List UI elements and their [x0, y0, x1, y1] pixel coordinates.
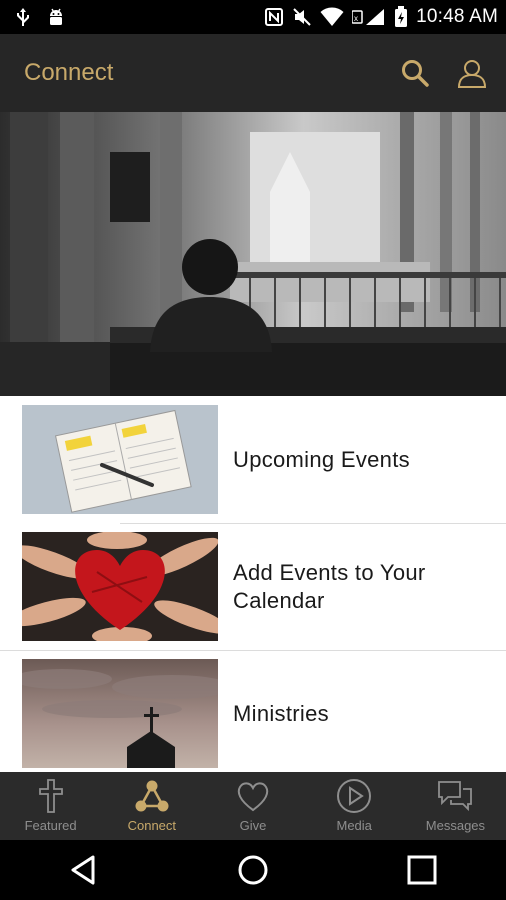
page-title: Connect	[24, 59, 114, 86]
tab-label: Featured	[24, 818, 77, 833]
hands-heart-image	[22, 532, 218, 641]
mute-icon	[293, 8, 311, 26]
list-item-ministries[interactable]: Ministries	[0, 650, 506, 772]
nfc-icon	[265, 8, 284, 26]
church-steeple-image	[22, 659, 218, 768]
app-bar: Connect	[0, 34, 506, 112]
connect-list: Upcoming Events Add Events to Your Calen…	[0, 396, 506, 772]
chat-bubbles-icon	[438, 781, 473, 812]
tab-label: Give	[239, 818, 267, 833]
usb-icon	[17, 8, 29, 26]
home-icon[interactable]	[236, 853, 270, 887]
bottom-tab-bar: Featured Connect Give Media Messages	[0, 772, 506, 840]
wifi-icon	[320, 7, 344, 26]
search-icon[interactable]	[400, 58, 430, 88]
tab-messages[interactable]: Messages	[405, 772, 506, 840]
android-icon	[50, 8, 62, 25]
list-item-label: Ministries	[233, 700, 329, 726]
tab-label: Connect	[127, 818, 177, 833]
status-time: 10:48 AM	[416, 6, 498, 27]
tab-media[interactable]: Media	[304, 772, 405, 840]
tab-connect[interactable]: Connect	[101, 772, 202, 840]
connect-nodes-icon	[135, 780, 169, 812]
list-item-label: Add Events to Your Calendar	[233, 559, 426, 613]
svg-text:x: x	[354, 14, 358, 23]
tab-give[interactable]: Give	[202, 772, 303, 840]
list-item-label: Upcoming Events	[233, 446, 410, 472]
calendar-notebook-image	[22, 405, 218, 514]
recent-apps-icon[interactable]	[405, 853, 439, 887]
signal-icon: x	[352, 9, 385, 25]
tab-label: Messages	[425, 818, 486, 833]
list-item-upcoming-events[interactable]: Upcoming Events	[0, 396, 506, 523]
play-icon	[337, 779, 372, 813]
back-icon[interactable]	[67, 853, 101, 887]
system-nav-bar	[0, 840, 506, 900]
tab-label: Media	[336, 818, 372, 833]
status-bar: x 10:48 AM	[0, 0, 506, 34]
profile-icon[interactable]	[456, 57, 488, 89]
cross-icon	[38, 779, 63, 813]
hero-image	[0, 112, 506, 396]
list-item-add-events[interactable]: Add Events to Your Calendar	[0, 523, 506, 650]
heart-icon	[237, 782, 269, 812]
battery-icon	[395, 6, 408, 27]
tab-featured[interactable]: Featured	[0, 772, 101, 840]
